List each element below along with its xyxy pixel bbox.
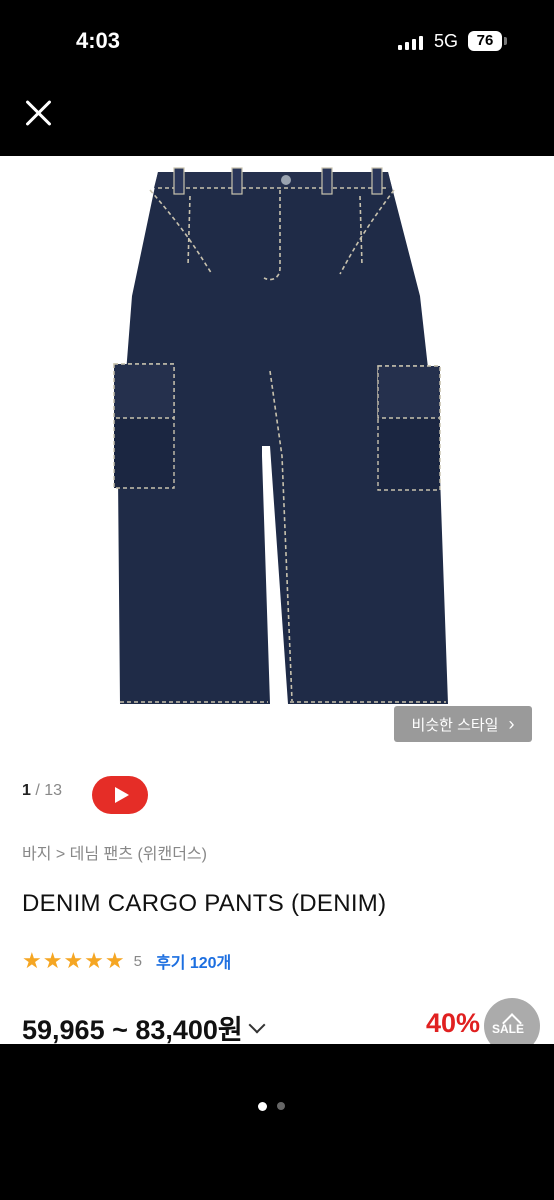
page-dot-active — [258, 1102, 267, 1111]
sale-label: SALE — [492, 1022, 525, 1036]
product-image[interactable] — [0, 156, 554, 746]
discount-percent: 40% — [426, 1008, 481, 1038]
chevron-right-icon: › — [508, 713, 515, 734]
signal-icon — [398, 34, 423, 50]
rating-row[interactable]: ★★★★★ 5 후기 120개 — [22, 948, 231, 974]
youtube-play-icon[interactable] — [92, 776, 148, 814]
pager-total: / 13 — [35, 782, 63, 799]
status-bar: 4:03 5G 76 — [0, 0, 554, 84]
page-dot — [277, 1102, 285, 1110]
similar-style-button[interactable]: 비슷한 스타일 › — [394, 706, 532, 742]
status-time: 4:03 — [76, 28, 121, 53]
chevron-down-icon — [248, 1016, 266, 1033]
product-title: DENIM CARGO PANTS (DENIM) — [22, 890, 387, 917]
close-icon[interactable] — [22, 96, 56, 130]
scroll-top-icon[interactable] — [484, 998, 540, 1044]
similar-style-label: 비슷한 스타일 — [411, 716, 499, 734]
pager-current: 1 — [22, 782, 31, 799]
review-count-link[interactable]: 후기 120개 — [156, 949, 231, 973]
battery-tip — [504, 37, 507, 45]
image-pager: 1 / 13 — [22, 782, 62, 800]
rating-value: 5 — [133, 952, 142, 970]
price-text: 59,965 ~ 83,400원 — [22, 1015, 243, 1044]
page-indicator — [258, 1102, 285, 1111]
product-sheet: 비슷한 스타일 › 1 / 13 바지 > 데님 팬츠 (위캔더스) DENIM… — [0, 156, 554, 1044]
breadcrumb[interactable]: 바지 > 데님 팬츠 (위캔더스) — [22, 840, 207, 864]
battery-icon: 76 — [468, 31, 502, 51]
network-label: 5G — [434, 31, 459, 51]
price-range[interactable]: 59,965 ~ 83,400원 — [22, 1008, 266, 1044]
star-rating-icon: ★★★★★ — [22, 948, 126, 973]
